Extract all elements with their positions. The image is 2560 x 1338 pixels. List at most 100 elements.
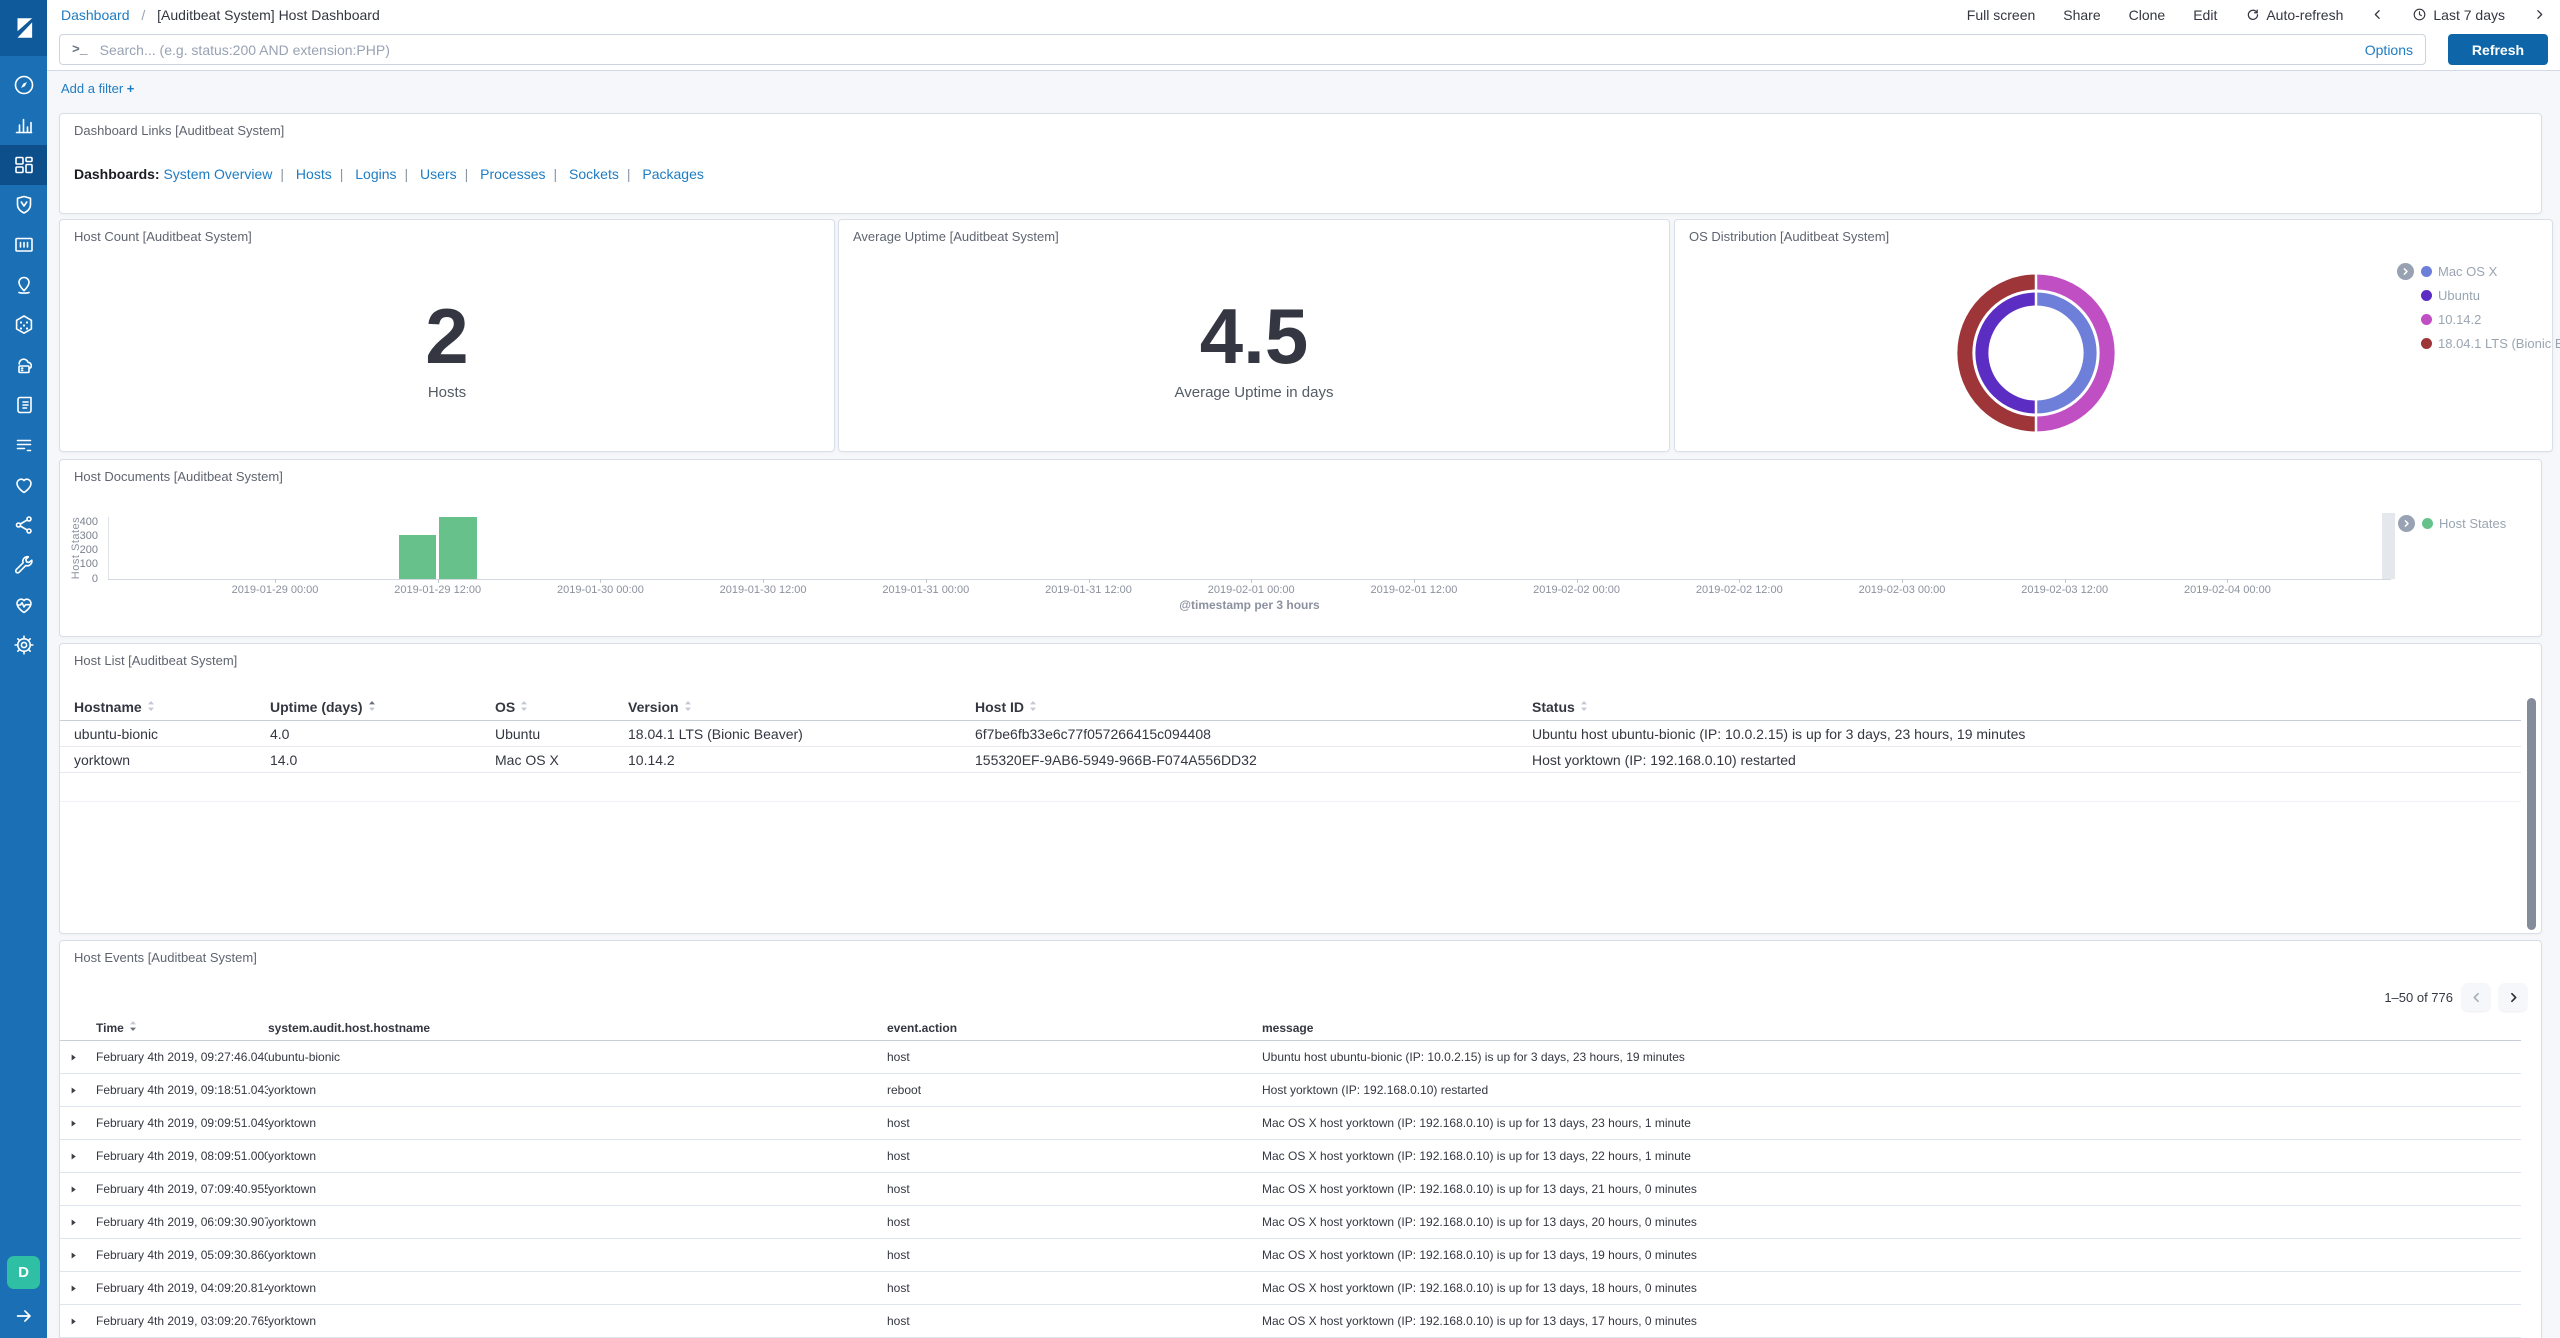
collapse-nav-icon[interactable] [13, 1305, 35, 1330]
expand-row-icon[interactable] [60, 1218, 96, 1227]
host-events-header-time[interactable]: Time [96, 1020, 268, 1035]
previous-page-button[interactable] [2462, 983, 2490, 1011]
heart-icon[interactable] [0, 465, 47, 505]
x-axis-tick-mark [1251, 579, 1252, 583]
dashboard-link-hosts[interactable]: Hosts [296, 166, 332, 182]
breadcrumb-dashboard-link[interactable]: Dashboard [61, 7, 130, 23]
refresh-cycle-icon [2245, 7, 2260, 22]
legend-color-dot [2421, 266, 2432, 277]
sort-icon[interactable] [129, 1020, 137, 1032]
text-lines-icon[interactable] [0, 425, 47, 465]
picture-frame-icon[interactable] [0, 225, 47, 265]
expand-row-icon[interactable] [60, 1317, 96, 1326]
dashboard-link-logins[interactable]: Logins [355, 166, 396, 182]
legend-collapse-icon[interactable] [2398, 515, 2415, 532]
sort-icon[interactable] [368, 700, 376, 712]
shield-icon[interactable] [0, 185, 47, 225]
expand-row-icon[interactable] [60, 1251, 96, 1260]
next-page-button[interactable] [2499, 983, 2527, 1011]
expand-row-icon[interactable] [60, 1152, 96, 1161]
breadcrumb-separator: / [141, 7, 145, 23]
time-range-button[interactable]: Last 7 days [2412, 7, 2505, 23]
menu-item-edit[interactable]: Edit [2193, 7, 2217, 23]
host-events-header-system-audit-host-hostname[interactable]: system.audit.host.hostname [268, 1021, 887, 1035]
options-link[interactable]: Options [2365, 42, 2413, 58]
host-list-header-uptime-days-[interactable]: Uptime (days) [270, 699, 495, 715]
table-cell: February 4th 2019, 07:09:40.955 [96, 1182, 268, 1196]
menu-item-clone[interactable]: Clone [2129, 7, 2166, 23]
link-separator: | [280, 166, 284, 182]
time-forward-icon[interactable] [2533, 8, 2546, 21]
table-cell: host [887, 1314, 1262, 1328]
table-cell: yorktown [268, 1215, 887, 1229]
share-nodes-icon[interactable] [0, 505, 47, 545]
host-count-label: Hosts [428, 384, 466, 401]
add-filter-link[interactable]: Add a filter + [61, 81, 134, 96]
dashboard-link-packages[interactable]: Packages [642, 166, 703, 182]
dashboard-link-users[interactable]: Users [420, 166, 457, 182]
y-axis-tick-label: 0 [60, 574, 98, 585]
menu-item-share[interactable]: Share [2063, 7, 2100, 23]
refresh-button[interactable]: Refresh [2448, 34, 2548, 65]
dashboard-link-processes[interactable]: Processes [480, 166, 545, 182]
legend-item-mac-os-x[interactable]: Mac OS X [2421, 264, 2560, 279]
x-axis-tick-label: 2019-02-03 12:00 [2021, 584, 2108, 596]
host-events-header-message[interactable]: message [1262, 1021, 2521, 1035]
sort-icon[interactable] [684, 700, 692, 712]
legend-item-host-states[interactable]: Host States [2422, 516, 2506, 531]
space-avatar[interactable]: D [7, 1256, 40, 1289]
expand-row-icon[interactable] [60, 1185, 96, 1194]
heart-pulse-icon[interactable] [0, 585, 47, 625]
donut-slice-ubuntu[interactable] [1982, 299, 2036, 407]
search-input[interactable]: >_ Search... (e.g. status:200 AND extens… [59, 34, 2426, 65]
auto-refresh-button[interactable]: Auto-refresh [2245, 7, 2343, 23]
dashboard-grid-icon[interactable] [0, 145, 47, 185]
legend-item-18-04-1-lts-bionic-b-[interactable]: 18.04.1 LTS (Bionic B... [2421, 336, 2560, 351]
bar-chart-icon[interactable] [0, 105, 47, 145]
column-label: Time [96, 1021, 124, 1035]
time-back-icon[interactable] [2371, 8, 2384, 21]
sort-icon[interactable] [520, 700, 528, 712]
sort-icon[interactable] [1029, 700, 1037, 712]
host-list-header-hostname[interactable]: Hostname [60, 699, 270, 715]
host-list-scrollbar[interactable] [2527, 698, 2536, 930]
wrench-icon[interactable] [0, 545, 47, 585]
panel-title: Host List [Auditbeat System] [74, 653, 237, 668]
host-list-header-os[interactable]: OS [495, 699, 628, 715]
histogram-bar[interactable] [439, 517, 477, 579]
gear-icon[interactable] [0, 625, 47, 665]
expand-row-icon[interactable] [60, 1053, 96, 1062]
legend-item-ubuntu[interactable]: Ubuntu [2421, 288, 2560, 303]
host-events-header-event-action[interactable]: event.action [887, 1021, 1262, 1035]
expand-row-icon[interactable] [60, 1119, 96, 1128]
dashboard-link-system-overview[interactable]: System Overview [163, 166, 272, 182]
menu-item-full-screen[interactable]: Full screen [1967, 7, 2035, 23]
dashboard-link-sockets[interactable]: Sockets [569, 166, 619, 182]
sort-icon[interactable] [1580, 700, 1588, 712]
partial-bucket-endzone [2382, 513, 2395, 579]
table-cell: yorktown [268, 1281, 887, 1295]
sort-icon[interactable] [147, 700, 155, 712]
os-distribution-donut-chart [1951, 268, 2121, 438]
table-cell: yorktown [268, 1182, 887, 1196]
kibana-logo[interactable] [0, 0, 47, 56]
host-list-header-version[interactable]: Version [628, 699, 975, 715]
legend-item-10-14-2[interactable]: 10.14.2 [2421, 312, 2560, 327]
legend-label: 18.04.1 LTS (Bionic B... [2438, 336, 2560, 351]
histogram-bar[interactable] [399, 535, 437, 579]
host-list-header-host-id[interactable]: Host ID [975, 699, 1532, 715]
expand-row-icon[interactable] [60, 1086, 96, 1095]
host-list-header-status[interactable]: Status [1532, 699, 2521, 715]
expand-row-icon[interactable] [60, 1284, 96, 1293]
cloud-server-icon[interactable] [0, 345, 47, 385]
legend-collapse-icon[interactable] [2397, 263, 2414, 280]
y-axis-tick-label: 300 [60, 531, 98, 542]
x-axis-tick-mark [438, 579, 439, 583]
breadcrumb: Dashboard / [Auditbeat System] Host Dash… [61, 7, 380, 23]
map-pin-icon[interactable] [0, 265, 47, 305]
column-label: system.audit.host.hostname [268, 1021, 430, 1035]
scroll-icon[interactable] [0, 385, 47, 425]
hex-dots-icon[interactable] [0, 305, 47, 345]
compass-icon[interactable] [0, 65, 47, 105]
donut-slice-mac-os-x[interactable] [2036, 299, 2090, 407]
